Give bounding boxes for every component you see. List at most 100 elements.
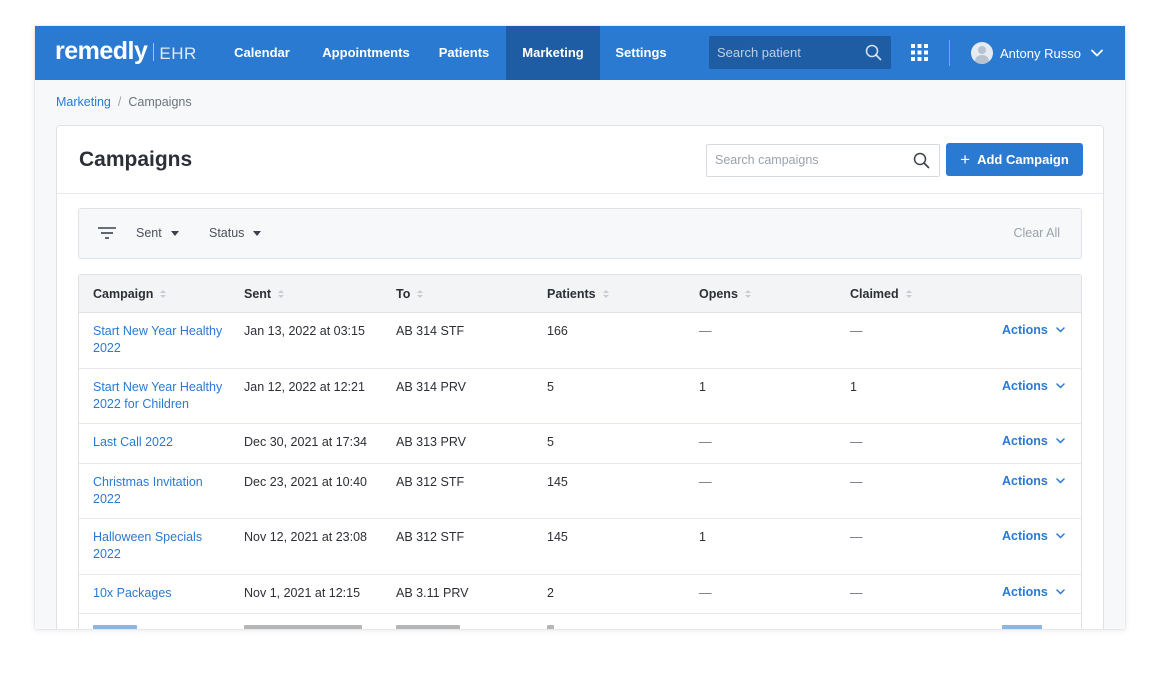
patients-cell: 2 [547,586,554,600]
column-header-opens[interactable]: Opens [699,275,751,313]
apps-grid-icon[interactable] [911,44,928,61]
column-header-to[interactable]: To [396,275,424,313]
table-row: 10x Packages Nov 1, 2021 at 12:15 AB 3.1… [79,575,1081,614]
sent-cell-partial [244,625,362,629]
plus-icon: + [960,150,971,169]
nav-patients[interactable]: Patients [428,26,500,80]
campaign-link[interactable]: Christmas Invitation 2022 [93,474,233,507]
sort-icon [602,289,609,299]
actions-dropdown-partial[interactable] [1002,625,1042,629]
logo-wordmark: remedly [55,37,148,65]
opens-cell: 1 [699,530,706,544]
patient-search-field[interactable]: Search patient [709,36,891,69]
campaign-link-partial[interactable] [93,625,137,629]
claimed-cell: — [850,586,863,600]
campaign-name-line2[interactable]: 2022 [93,492,121,506]
patients-cell: 145 [547,475,568,489]
claimed-cell: — [850,475,863,489]
campaign-name-line1[interactable]: Start New Year Healthy [93,380,222,394]
logo[interactable]: remedly EHR [55,37,197,67]
app-window: remedly EHR Calendar Appointments Patien… [35,26,1125,629]
to-cell: AB 314 PRV [396,380,466,394]
breadcrumb-marketing[interactable]: Marketing [56,95,111,109]
avatar [971,42,993,64]
caret-down-icon [170,231,179,236]
actions-label: Actions [1002,379,1048,393]
search-icon[interactable] [913,152,930,169]
campaign-link[interactable]: Start New Year Healthy 2022 [93,323,233,356]
actions-dropdown[interactable]: Actions [1002,474,1065,488]
column-header-sent[interactable]: Sent [244,275,285,313]
actions-dropdown[interactable]: Actions [1002,323,1065,337]
actions-label: Actions [1002,434,1048,448]
add-campaign-button[interactable]: + Add Campaign [946,143,1083,176]
filter-icon[interactable] [98,226,116,240]
campaign-link[interactable]: 10x Packages [93,585,233,602]
opens-cell: — [699,475,712,489]
nav-marketing[interactable]: Marketing [506,26,600,80]
nav-calendar[interactable]: Calendar [218,26,306,80]
to-cell: AB 312 STF [396,475,465,489]
to-cell: AB 314 STF [396,324,465,338]
claimed-cell: 1 [850,380,857,394]
clear-all-button[interactable]: Clear All [1013,209,1060,258]
sort-icon [160,289,167,299]
filter-status-dropdown[interactable]: Status [209,209,262,258]
sent-cell: Jan 13, 2022 at 03:15 [244,324,365,338]
column-header-campaign[interactable]: Campaign [93,275,167,313]
opens-cell: 1 [699,380,706,394]
campaign-name-line1[interactable]: 10x Packages [93,586,172,600]
add-campaign-label: Add Campaign [977,152,1069,167]
chevron-down-icon [1056,589,1065,595]
user-menu[interactable]: Antony Russo [971,39,1103,67]
column-header-label: Opens [699,287,738,301]
claimed-cell: — [850,435,863,449]
campaign-name-line2[interactable]: 2022 for Children [93,397,189,411]
chevron-down-icon [1056,438,1065,444]
actions-label: Actions [1002,323,1048,337]
opens-cell: — [699,435,712,449]
patients-cell: 145 [547,530,568,544]
table-row: Halloween Specials 2022 Nov 12, 2021 at 2… [79,519,1081,575]
opens-cell: — [699,586,712,600]
campaign-name-line1[interactable]: Halloween Specials [93,530,202,544]
column-header-label: Sent [244,287,272,301]
actions-dropdown[interactable]: Actions [1002,379,1065,393]
sort-icon [278,289,285,299]
campaign-name-line2[interactable]: 2022 [93,547,121,561]
sent-cell: Nov 1, 2021 at 12:15 [244,586,361,600]
campaigns-table: Campaign Sent To Patients Opens Claimed … [78,274,1082,629]
actions-label: Actions [1002,585,1048,599]
search-icon[interactable] [865,44,882,61]
campaign-name-line1[interactable]: Christmas Invitation [93,475,203,489]
user-name: Antony Russo [1000,45,1081,61]
nav-appointments[interactable]: Appointments [312,26,420,80]
sort-icon [905,289,912,299]
actions-label: Actions [1002,529,1048,543]
filter-status-label: Status [209,226,245,240]
campaign-search-input[interactable]: Search campaigns [715,145,819,176]
column-header-claimed[interactable]: Claimed [850,275,912,313]
table-row-partial [79,614,1081,629]
campaign-link[interactable]: Last Call 2022 [93,434,233,451]
campaign-name-line1[interactable]: Start New Year Healthy [93,324,222,338]
table-row: Start New Year Healthy 2022 for Children … [79,369,1081,424]
campaign-search-field[interactable]: Search campaigns [706,144,940,177]
sent-cell: Dec 30, 2021 at 17:34 [244,435,368,449]
nav-settings[interactable]: Settings [606,26,676,80]
campaign-link[interactable]: Halloween Specials 2022 [93,529,233,562]
filter-sent-dropdown[interactable]: Sent [136,209,179,258]
table-header: Campaign Sent To Patients Opens Claimed [79,275,1081,313]
patients-cell: 166 [547,324,568,338]
actions-dropdown[interactable]: Actions [1002,434,1065,448]
sort-icon [744,289,751,299]
patients-cell: 5 [547,435,554,449]
patient-search-input[interactable]: Search patient [717,36,857,69]
actions-dropdown[interactable]: Actions [1002,585,1065,599]
breadcrumb-current: Campaigns [128,95,192,109]
actions-dropdown[interactable]: Actions [1002,529,1065,543]
column-header-patients[interactable]: Patients [547,275,609,313]
campaign-name-line1[interactable]: Last Call 2022 [93,435,173,449]
campaign-link[interactable]: Start New Year Healthy 2022 for Children [93,379,233,412]
campaign-name-line2[interactable]: 2022 [93,341,121,355]
